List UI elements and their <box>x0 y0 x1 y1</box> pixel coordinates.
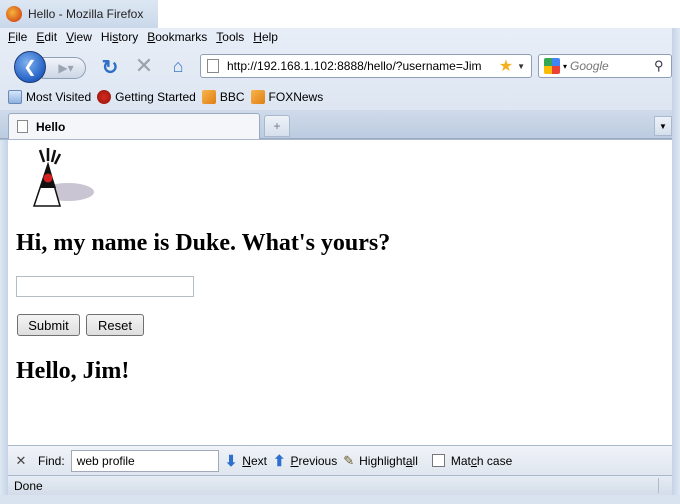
checkbox-icon[interactable] <box>431 454 445 467</box>
plus-icon: + <box>273 119 281 133</box>
page-heading: Hi, my name is Duke. What's yours? <box>16 230 391 256</box>
menu-view[interactable]: View <box>66 30 92 48</box>
menu-tools[interactable]: Tools <box>216 30 244 48</box>
home-icon: ⌂ <box>172 55 184 76</box>
url-bar[interactable]: http://192.168.1.102:8888/hello/?usernam… <box>200 54 532 78</box>
status-bar: Done <box>8 475 672 495</box>
bookmark-bbc[interactable]: BBC <box>201 90 245 104</box>
window-frame-bottom <box>0 495 680 504</box>
stop-button[interactable]: ✕ <box>132 53 156 78</box>
username-input[interactable] <box>16 276 194 297</box>
rss-feed-icon <box>250 90 265 104</box>
search-bar[interactable]: ▾ ⚲ <box>538 54 672 78</box>
reload-button[interactable]: ↻ <box>98 55 122 79</box>
reset-button[interactable]: Reset <box>86 314 144 336</box>
tab-hello[interactable]: Hello <box>8 113 260 139</box>
page-content: Hi, my name is Duke. What's yours? Submi… <box>8 140 672 445</box>
close-findbar-icon[interactable]: ✕ <box>10 453 32 469</box>
resize-grip-icon[interactable] <box>658 478 670 493</box>
back-button[interactable]: ❮ <box>14 51 46 83</box>
new-tab-button[interactable]: + <box>264 115 290 137</box>
duke-mascot-image <box>32 148 94 207</box>
firefox-icon <box>6 6 22 22</box>
greeting-text: Hello, Jim! <box>16 358 130 384</box>
tab-strip: Hello + ▼ <box>0 110 680 139</box>
tab-label: Hello <box>36 119 66 134</box>
highlight-all-button[interactable]: ✎ Highlight a ll <box>343 453 418 469</box>
match-case-checkbox[interactable]: Mat c h case <box>431 454 512 468</box>
bookmark-star-icon[interactable]: ★ <box>499 56 513 76</box>
page-icon <box>17 120 28 133</box>
search-icon[interactable]: ⚲ <box>654 58 664 74</box>
menu-history[interactable]: History <box>101 30 138 48</box>
bookmark-getting-started[interactable]: Getting Started <box>97 90 196 104</box>
back-arrow-icon: ❮ <box>23 59 37 76</box>
google-engine-icon[interactable] <box>544 58 560 74</box>
menu-help[interactable]: Help <box>253 30 278 48</box>
window-frame-right <box>672 28 680 504</box>
forward-arrow-icon: ▶▾ <box>58 61 74 75</box>
find-next-button[interactable]: ⬇ Next <box>225 452 267 470</box>
find-bar: ✕ Find: web profile ⬇ Next ⬆ Previous ✎ … <box>8 445 672 475</box>
most-visited-icon <box>8 90 22 104</box>
navigation-toolbar: ▶▾ ❮ ↻ ✕ ⌂ http://192.168.1.102:8888/hel… <box>8 48 672 84</box>
url-text[interactable]: http://192.168.1.102:8888/hello/?usernam… <box>227 59 499 73</box>
menu-file[interactable]: File <box>8 30 27 48</box>
bookmark-foxnews[interactable]: FOXNews <box>250 90 323 104</box>
window-title: Hello - Mozilla Firefox <box>28 7 144 21</box>
stop-icon: ✕ <box>134 53 154 78</box>
arrow-down-icon: ⬇ <box>224 452 238 470</box>
chevron-down-icon: ▼ <box>659 121 667 131</box>
status-text: Done <box>14 478 43 493</box>
menu-edit[interactable]: Edit <box>36 30 57 48</box>
find-previous-button[interactable]: ⬆ Previous <box>273 452 337 470</box>
page-icon <box>207 59 219 73</box>
menu-bar: File Edit View History Bookmarks Tools H… <box>8 30 287 48</box>
find-input[interactable]: web profile <box>70 449 219 472</box>
home-button[interactable]: ⌂ <box>166 54 190 78</box>
forward-button[interactable]: ▶▾ <box>42 57 86 79</box>
rss-feed-icon <box>201 90 216 104</box>
submit-button[interactable]: Submit <box>17 314 80 336</box>
bookmarks-toolbar: Most Visited Getting Started BBC FOXNews <box>8 88 329 106</box>
bookmark-most-visited[interactable]: Most Visited <box>8 90 91 104</box>
getting-started-icon <box>97 90 112 104</box>
reload-icon: ↻ <box>101 56 119 79</box>
window-frame-left <box>0 140 8 504</box>
highlighter-icon: ✎ <box>343 452 355 468</box>
engine-dropdown-icon[interactable]: ▾ <box>563 62 567 71</box>
tab-list-button[interactable]: ▼ <box>654 116 672 136</box>
window-titlebar: Hello - Mozilla Firefox <box>0 0 158 28</box>
url-dropdown-icon[interactable]: ▼ <box>517 62 525 71</box>
find-label: Find: <box>38 453 65 468</box>
menu-bookmarks[interactable]: Bookmarks <box>147 30 207 48</box>
arrow-up-icon: ⬆ <box>272 452 286 470</box>
search-input[interactable] <box>570 59 655 73</box>
